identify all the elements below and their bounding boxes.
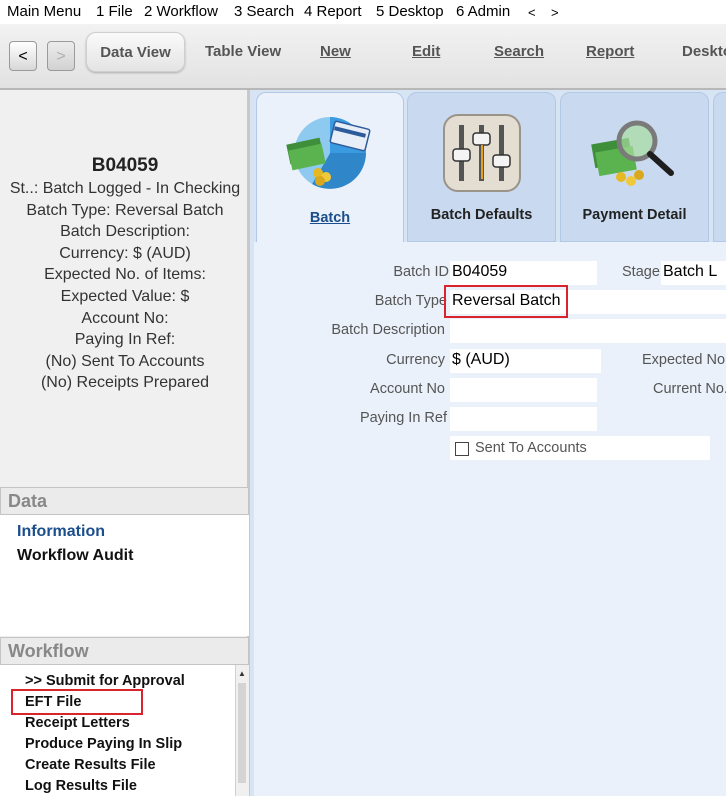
report-button[interactable]: Report [586, 32, 634, 72]
summary-paying-in-ref: Paying In Ref: [74, 331, 176, 349]
scroll-up-icon[interactable]: ▲ [238, 669, 246, 678]
desktop-button[interactable]: Deskto [682, 32, 726, 72]
workflow-audit-link[interactable]: Workflow Audit [17, 547, 133, 565]
menu-file[interactable]: 1 File [96, 3, 133, 20]
eft-file-highlight-box [11, 689, 143, 715]
workflow-scrollbar[interactable]: ▲ [235, 665, 249, 796]
search-button[interactable]: Search [494, 32, 544, 72]
summary-batch-id: B04059 [91, 155, 159, 176]
tab-batch[interactable]: Batch [256, 92, 404, 244]
batch-icon [282, 111, 378, 200]
current-no-label: Current No. [653, 381, 726, 397]
stage-label: Stage [622, 264, 660, 280]
summary-receipts-prepared: (No) Receipts Prepared [40, 374, 210, 392]
forward-button[interactable]: > [47, 41, 75, 71]
scroll-thumb[interactable] [238, 683, 246, 783]
account-no-field[interactable] [450, 378, 597, 402]
batch-form: Batch ID B04059 Stage Batch L Batch Type… [254, 242, 726, 796]
batch-summary: B04059 St..: Batch Logged - In Checking … [0, 154, 250, 394]
sent-to-accounts-checkbox[interactable] [455, 442, 469, 456]
summary-expected-value: Expected Value: $ [60, 287, 190, 305]
batch-description-field[interactable] [450, 319, 726, 343]
account-no-label: Account No [370, 381, 445, 397]
back-button[interactable]: < [9, 41, 37, 71]
data-section-header[interactable]: Data [0, 487, 249, 515]
tab-batch-defaults[interactable]: Batch Defaults [407, 92, 556, 242]
workflow-list: >> Submit for Approval EFT File Receipt … [0, 665, 249, 796]
menu-admin[interactable]: 6 Admin [456, 3, 510, 20]
currency-label: Currency [386, 352, 445, 368]
tab-payment-detail-label: Payment Detail [582, 207, 687, 223]
menu-desktop[interactable]: 5 Desktop [376, 3, 444, 20]
sliders-icon [440, 111, 524, 200]
menu-scroll-left[interactable]: < [528, 5, 536, 20]
tab-batch-defaults-label: Batch Defaults [430, 207, 533, 223]
summary-batch-type: Batch Type: Reversal Batch [26, 201, 224, 219]
batch-id-field[interactable]: B04059 [450, 261, 597, 285]
summary-expected-items: Expected No. of Items: [44, 266, 206, 284]
workflow-item-create-results-file[interactable]: Create Results File [25, 757, 156, 773]
table-view-button[interactable]: Table View [205, 32, 281, 72]
batch-type-highlight-box [444, 285, 568, 318]
batch-id-label: Batch ID [393, 264, 449, 280]
summary-batch-description: Batch Description: [60, 223, 190, 241]
summary-sent-to-accounts: (No) Sent To Accounts [45, 352, 205, 370]
data-view-button[interactable]: Data View [86, 32, 185, 72]
tab-batch-label: Batch [309, 210, 351, 226]
menu-bar: Main Menu 1 File 2 Workflow 3 Search 4 R… [0, 0, 726, 24]
workflow-item-receipt-letters[interactable]: Receipt Letters [25, 715, 130, 731]
new-button[interactable]: New [320, 32, 351, 72]
workflow-item-submit-for-approval[interactable]: >> Submit for Approval [25, 673, 185, 689]
tab-payment-detail[interactable]: Payment Detail [560, 92, 709, 242]
tab-next-partial[interactable] [713, 92, 726, 242]
menu-search[interactable]: 3 Search [234, 3, 294, 20]
toolbar: < > Data View Table View New Edit Search… [0, 24, 726, 90]
menu-report[interactable]: 4 Report [304, 3, 362, 20]
menu-scroll-right[interactable]: > [551, 5, 559, 20]
expected-no-label: Expected No. [642, 352, 726, 368]
summary-status: St..: Batch Logged - In Checking [9, 180, 241, 197]
magnifier-money-icon [587, 111, 683, 200]
edit-button[interactable]: Edit [412, 32, 440, 72]
workflow-section-header[interactable]: Workflow [0, 637, 249, 665]
data-section-body: Information Workflow Audit [0, 515, 249, 636]
currency-field[interactable]: $ (AUD) [450, 349, 601, 373]
menu-workflow[interactable]: 2 Workflow [144, 3, 218, 20]
sent-to-accounts-label[interactable]: Sent To Accounts [475, 440, 587, 456]
workflow-item-log-results-file[interactable]: Log Results File [25, 778, 137, 794]
main-area: Batch Batch Defaults Payment Detail Batc… [250, 90, 726, 796]
paying-in-ref-label: Paying In Ref [359, 410, 447, 426]
stage-field[interactable]: Batch L [661, 261, 726, 285]
menu-main[interactable]: Main Menu [7, 3, 81, 20]
summary-currency: Currency: $ (AUD) [59, 244, 191, 262]
batch-type-label: Batch Type [374, 293, 447, 309]
workflow-item-produce-paying-in-slip[interactable]: Produce Paying In Slip [25, 736, 182, 752]
paying-in-ref-field[interactable] [450, 407, 597, 431]
batch-description-label: Batch Description [331, 322, 445, 338]
summary-account-no: Account No: [81, 309, 169, 327]
information-link[interactable]: Information [17, 523, 105, 541]
